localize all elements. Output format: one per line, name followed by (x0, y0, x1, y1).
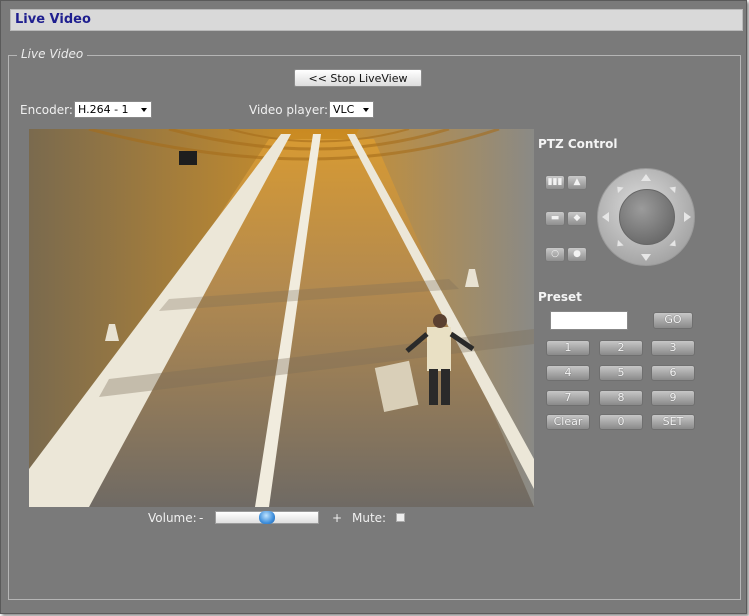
pan-right-icon[interactable] (684, 212, 691, 222)
preset-go-button[interactable]: GO (653, 312, 693, 329)
zoom-in-icon: ▲ (573, 177, 581, 187)
live-video-view[interactable] (29, 129, 534, 507)
pan-down-left-icon[interactable] (614, 239, 624, 250)
encoder-label: Encoder: (20, 103, 73, 117)
ptz-center-button[interactable] (619, 189, 675, 245)
pan-left-icon[interactable] (602, 212, 609, 222)
preset-set-button[interactable]: SET (651, 414, 695, 430)
preset-title: Preset (538, 290, 582, 304)
focus-near-icon: ◆ (573, 213, 581, 223)
iris-open-button[interactable]: ● (567, 247, 587, 262)
zoom-in-button[interactable]: ▲ (567, 175, 587, 190)
preset-input[interactable] (550, 311, 628, 330)
pan-up-icon[interactable] (641, 174, 651, 181)
preset-key-3[interactable]: 3 (651, 340, 695, 356)
preset-key-7[interactable]: 7 (546, 390, 590, 406)
volume-plus[interactable]: + (332, 511, 342, 525)
zoom-out-icon: ▮▮▮ (547, 177, 563, 187)
volume-minus[interactable]: - (199, 511, 203, 525)
preset-key-8[interactable]: 8 (599, 390, 643, 406)
preset-key-4[interactable]: 4 (546, 365, 590, 381)
encoder-select[interactable]: H.264 - 1 (74, 101, 152, 118)
focus-near-button[interactable]: ◆ (567, 211, 587, 226)
stop-liveview-button[interactable]: << Stop LiveView (294, 69, 422, 87)
dropdown-arrow-icon (363, 108, 369, 112)
volume-label: Volume: (148, 511, 197, 525)
preset-clear-button[interactable]: Clear (546, 414, 590, 430)
preset-key-5[interactable]: 5 (599, 365, 643, 381)
preset-key-6[interactable]: 6 (651, 365, 695, 381)
tunnel-video-image (29, 129, 534, 507)
title-bar: Live Video (10, 9, 743, 31)
iris-open-icon: ● (573, 249, 581, 259)
video-player-value: VLC (333, 103, 355, 116)
preset-key-2[interactable]: 2 (599, 340, 643, 356)
mute-label: Mute: (352, 511, 387, 525)
fieldset-legend: Live Video (17, 47, 88, 61)
preset-key-1[interactable]: 1 (546, 340, 590, 356)
window-title: Live Video (15, 12, 91, 27)
preset-key-0[interactable]: 0 (599, 414, 643, 430)
ptz-direction-dial[interactable] (597, 168, 695, 266)
encoder-value: H.264 - 1 (78, 103, 129, 116)
video-player-label: Video player: (249, 103, 328, 117)
volume-slider[interactable] (215, 511, 319, 524)
iris-close-button[interactable]: ○ (545, 247, 565, 262)
video-player-select[interactable]: VLC (329, 101, 374, 118)
ptz-control-title: PTZ Control (538, 137, 618, 151)
zoom-out-button[interactable]: ▮▮▮ (545, 175, 565, 190)
mute-checkbox[interactable] (396, 513, 405, 522)
pan-down-icon[interactable] (641, 254, 651, 261)
pan-down-right-icon[interactable] (669, 239, 679, 250)
focus-far-button[interactable]: ▬ (545, 211, 565, 226)
preset-key-9[interactable]: 9 (651, 390, 695, 406)
dropdown-arrow-icon (141, 108, 147, 112)
volume-slider-knob[interactable] (259, 511, 275, 524)
focus-far-icon: ▬ (550, 213, 560, 223)
iris-close-icon: ○ (551, 249, 559, 259)
pan-up-right-icon[interactable] (669, 183, 679, 194)
pan-up-left-icon[interactable] (614, 183, 624, 194)
